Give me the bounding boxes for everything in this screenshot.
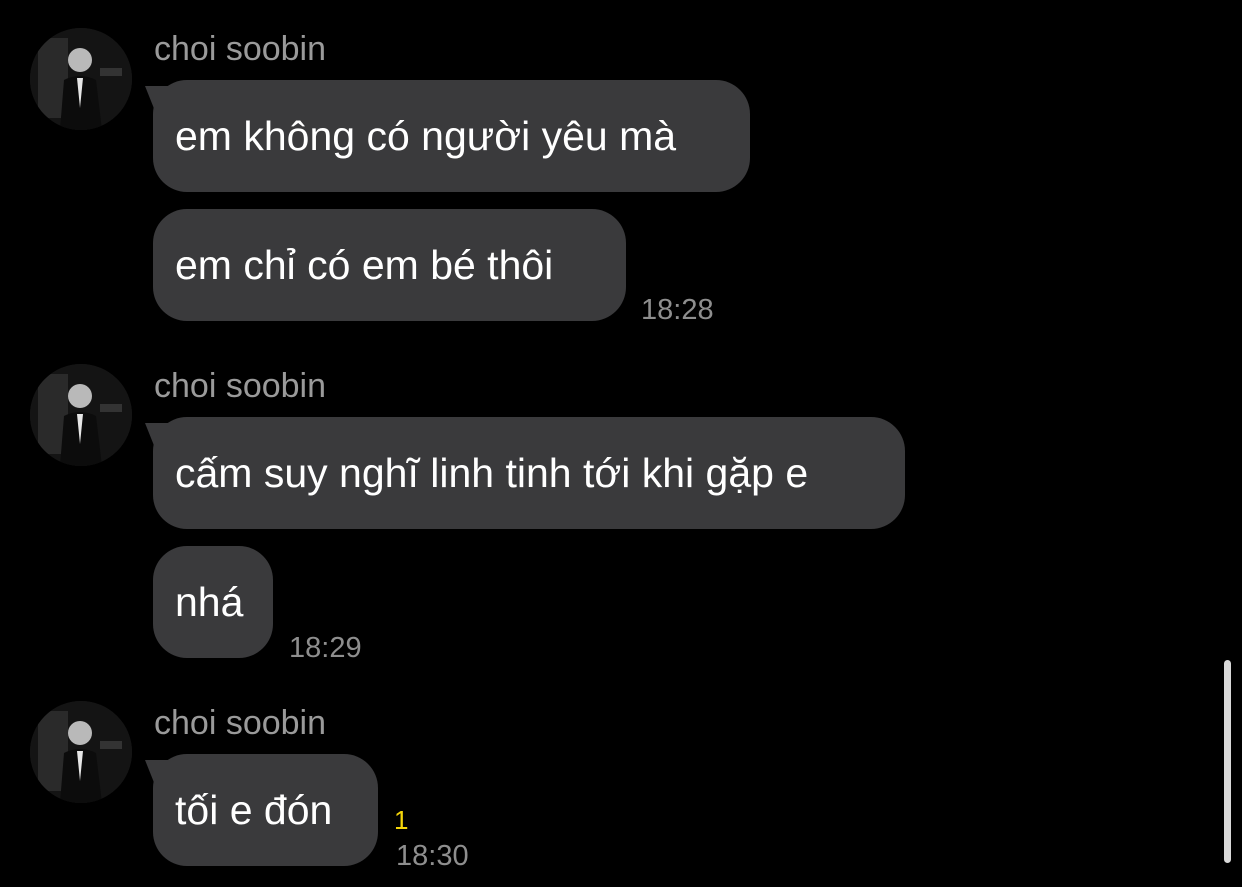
sender-name: choi soobin: [154, 704, 327, 742]
scrollbar[interactable]: [1224, 660, 1231, 863]
avatar[interactable]: [30, 701, 132, 803]
message-bubble[interactable]: tối e đón: [153, 754, 378, 866]
avatar-photo-icon: [30, 701, 132, 803]
avatar-photo-icon: [30, 28, 132, 130]
message-bubble[interactable]: nhá: [153, 546, 273, 658]
message-bubble[interactable]: cấm suy nghĩ linh tinh tới khi gặp e: [153, 417, 905, 529]
avatar[interactable]: [30, 364, 132, 466]
message-timestamp: 18:29: [289, 632, 362, 664]
message-timestamp: 18:30: [396, 840, 469, 872]
message-bubble[interactable]: em không có người yêu mà: [153, 80, 750, 192]
sender-name: choi soobin: [154, 30, 327, 68]
message-timestamp: 18:28: [641, 294, 714, 326]
avatar[interactable]: [30, 28, 132, 130]
unread-count-badge: 1: [394, 805, 409, 835]
chat-view: choi soobin em không có người yêu mà em …: [0, 0, 1242, 887]
avatar-photo-icon: [30, 364, 132, 466]
sender-name: choi soobin: [154, 367, 327, 405]
message-bubble[interactable]: em chỉ có em bé thôi: [153, 209, 626, 321]
